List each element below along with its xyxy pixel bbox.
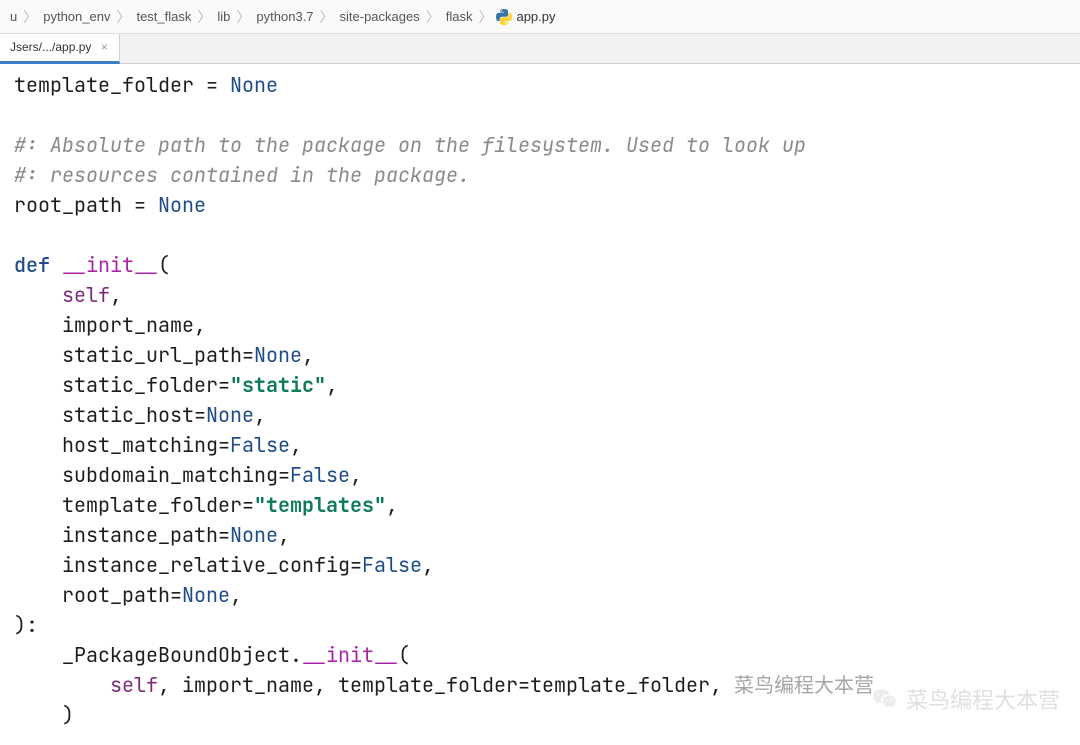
breadcrumb-item-lib[interactable]: lib xyxy=(217,9,230,24)
code-text: static_url_path= xyxy=(14,342,254,368)
chevron-right-icon: 〉 xyxy=(478,7,492,27)
code-editor[interactable]: template_folder = None #: Absolute path … xyxy=(0,64,1080,736)
code-text: , xyxy=(110,282,122,308)
code-false: False xyxy=(230,432,290,458)
breadcrumb-file-label: app.py xyxy=(516,9,555,24)
python-file-icon xyxy=(496,9,512,25)
code-text: , xyxy=(290,432,302,458)
tab-bar: Jsers/.../app.py × xyxy=(0,34,1080,64)
code-text: template_folder = xyxy=(14,72,230,98)
code-none: None xyxy=(230,522,278,548)
code-dunder: __init__ xyxy=(62,252,158,278)
code-text: static_host= xyxy=(14,402,206,428)
code-self: self xyxy=(110,672,158,698)
close-icon[interactable]: × xyxy=(97,40,111,54)
code-text: , xyxy=(350,462,362,488)
code-text: ( xyxy=(398,642,410,668)
code-text: ( xyxy=(158,252,170,278)
code-text: , import_name, template_folder=template_… xyxy=(158,672,734,698)
breadcrumb-item-flask[interactable]: flask xyxy=(446,9,473,24)
tab-app-py[interactable]: Jsers/.../app.py × xyxy=(0,34,120,64)
breadcrumb: u 〉 python_env 〉 test_flask 〉 lib 〉 pyth… xyxy=(0,0,1080,34)
code-text xyxy=(14,672,110,698)
breadcrumb-file[interactable]: app.py xyxy=(496,9,555,25)
code-kw-def: def xyxy=(14,252,50,278)
watermark: 菜鸟编程大本营 xyxy=(872,683,1060,715)
code-watermark-overlap: 菜鸟编程大本营 xyxy=(734,672,874,698)
code-dunder: __init__ xyxy=(302,642,398,668)
code-text: ): xyxy=(14,612,38,638)
code-text: , xyxy=(278,522,290,548)
code-text: root_path = xyxy=(14,192,158,218)
code-text: , xyxy=(422,552,434,578)
breadcrumb-item-site-packages[interactable]: site-packages xyxy=(340,9,420,24)
code-text: host_matching= xyxy=(14,432,230,458)
tab-label: Jsers/.../app.py xyxy=(10,40,91,54)
code-none: None xyxy=(206,402,254,428)
code-string: "templates" xyxy=(254,492,386,518)
code-false: False xyxy=(362,552,422,578)
code-text: ) xyxy=(14,702,74,728)
breadcrumb-item-python37[interactable]: python3.7 xyxy=(256,9,313,24)
chevron-right-icon: 〉 xyxy=(320,7,334,27)
code-text: _PackageBoundObject. xyxy=(14,642,302,668)
code-text: instance_path= xyxy=(14,522,230,548)
code-comment: #: resources contained in the package. xyxy=(14,162,470,188)
chevron-right-icon: 〉 xyxy=(236,7,250,27)
code-text: import_name, xyxy=(14,312,206,338)
chevron-right-icon: 〉 xyxy=(197,7,211,27)
chevron-right-icon: 〉 xyxy=(23,7,37,27)
code-self: self xyxy=(62,282,110,308)
code-false: False xyxy=(290,462,350,488)
wechat-icon xyxy=(872,686,898,712)
code-text: instance_relative_config= xyxy=(14,552,362,578)
code-text: , xyxy=(230,582,242,608)
chevron-right-icon: 〉 xyxy=(426,7,440,27)
code-string: "static" xyxy=(230,372,326,398)
code-comment: #: Absolute path to the package on the f… xyxy=(14,132,806,158)
code-text: subdomain_matching= xyxy=(14,462,290,488)
code-text: , xyxy=(326,372,338,398)
code-text: , xyxy=(386,492,398,518)
watermark-text: 菜鸟编程大本营 xyxy=(906,683,1060,715)
code-text: static_folder= xyxy=(14,372,230,398)
code-text: template_folder= xyxy=(14,492,254,518)
breadcrumb-item-test-flask[interactable]: test_flask xyxy=(136,9,191,24)
code-text: , xyxy=(254,402,266,428)
breadcrumb-item-python-env[interactable]: python_env xyxy=(43,9,110,24)
code-none: None xyxy=(254,342,302,368)
code-text: , xyxy=(302,342,314,368)
breadcrumb-leading: u xyxy=(10,9,17,24)
code-none: None xyxy=(158,192,206,218)
chevron-right-icon: 〉 xyxy=(116,7,130,27)
code-text: root_path= xyxy=(14,582,182,608)
code-none: None xyxy=(230,72,278,98)
code-none: None xyxy=(182,582,230,608)
